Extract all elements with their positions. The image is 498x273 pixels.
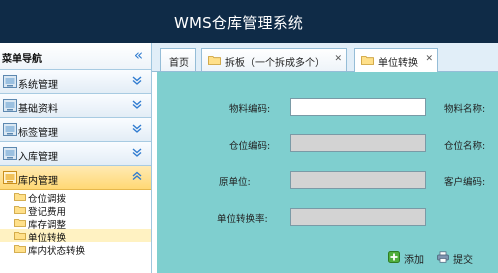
tab-unit-conversion[interactable]: 单位转换 ✕ (354, 48, 438, 72)
sidebar: 菜单导航 « 系统管理 基础资料 标签管理 入库管理 库内管理 仓位调拨 登记费… (0, 43, 152, 273)
folder-icon (14, 245, 26, 253)
sidebar-section-label: 基础资料 (18, 104, 58, 115)
material-code-label: 物料编码: (229, 104, 271, 115)
submit-button[interactable]: 提交 (437, 249, 482, 266)
main-panel: 首页 拆板（一个拆成多个） ✕ 单位转换 ✕ 物料编码: 物料名称: 仓位编码:… (152, 43, 498, 273)
close-tab-icon[interactable]: ✕ (334, 54, 342, 64)
sidebar-header: 菜单导航 « (0, 43, 151, 70)
tab-bar: 首页 拆板（一个拆成多个） ✕ 单位转换 ✕ (152, 43, 498, 72)
add-label: 添加 (404, 255, 424, 266)
app-header: WMS仓库管理系统 (0, 0, 498, 43)
expand-chevron-icon[interactable] (131, 98, 143, 110)
sidebar-section-inbound[interactable]: 入库管理 (0, 142, 151, 166)
sidebar-subitems: 仓位调拨 登记费用 库存调整 单位转换 库内状态转换 (0, 190, 151, 257)
material-code-input[interactable] (290, 98, 426, 116)
expand-chevron-icon[interactable] (131, 74, 143, 86)
folder-icon (208, 56, 221, 65)
material-name-label: 物料名称: (444, 104, 486, 115)
tab-home[interactable]: 首页 (160, 48, 196, 71)
folder-icon (14, 219, 26, 227)
module-icon (3, 99, 17, 112)
collapse-sidebar-icon[interactable]: « (134, 46, 143, 64)
collapse-chevron-icon[interactable] (131, 170, 143, 182)
sidebar-item-register-fees[interactable]: 登记费用 (0, 203, 151, 218)
sidebar-item-unit-conversion[interactable]: 单位转换 (0, 229, 151, 244)
sidebar-item-status-conversion[interactable]: 库内状态转换 (0, 242, 151, 257)
expand-chevron-icon[interactable] (131, 146, 143, 158)
sidebar-item-bin-transfer[interactable]: 仓位调拨 (0, 190, 151, 205)
bin-name-label: 仓位名称: (444, 141, 486, 152)
original-unit-input[interactable] (290, 171, 426, 189)
add-button[interactable]: 添加 (388, 249, 430, 266)
sidebar-title: 菜单导航 (2, 54, 42, 65)
folder-icon (14, 193, 26, 201)
sidebar-item-stock-adjust[interactable]: 库存调整 (0, 216, 151, 231)
close-tab-icon[interactable]: ✕ (425, 54, 433, 64)
folder-icon (361, 56, 374, 65)
sidebar-section-system[interactable]: 系统管理 (0, 70, 151, 94)
module-icon (3, 171, 17, 184)
sidebar-section-label: 入库管理 (18, 152, 58, 163)
conversion-rate-input[interactable] (290, 208, 426, 226)
submit-label: 提交 (453, 255, 473, 266)
customer-code-label: 客户编码: (444, 177, 486, 188)
expand-chevron-icon[interactable] (131, 122, 143, 134)
sidebar-section-labels[interactable]: 标签管理 (0, 118, 151, 142)
sidebar-section-warehouse-internal[interactable]: 库内管理 (0, 166, 151, 190)
tab-label: 拆板（一个拆成多个） (225, 58, 325, 69)
app-title: WMS仓库管理系统 (174, 14, 304, 32)
original-unit-label: 原单位: (219, 177, 251, 188)
bin-code-label: 仓位编码: (229, 141, 271, 152)
conversion-rate-label: 单位转换率: (217, 214, 268, 225)
module-icon (3, 75, 17, 88)
module-icon (3, 147, 17, 160)
folder-icon (14, 206, 26, 214)
sidebar-item-label: 库内状态转换 (28, 246, 86, 257)
tab-label: 首页 (169, 58, 189, 69)
folder-icon (14, 232, 26, 240)
sidebar-section-label: 标签管理 (18, 128, 58, 139)
tab-split-pallet[interactable]: 拆板（一个拆成多个） ✕ (201, 48, 347, 71)
sidebar-section-label: 系统管理 (18, 80, 58, 91)
tab-label: 单位转换 (378, 58, 418, 69)
sidebar-section-label: 库内管理 (18, 176, 58, 187)
add-icon (388, 251, 400, 263)
module-icon (3, 123, 17, 136)
printer-icon (437, 251, 449, 263)
sidebar-section-basic-data[interactable]: 基础资料 (0, 94, 151, 118)
bin-code-input[interactable] (290, 134, 426, 152)
form-area: 物料编码: 物料名称: 仓位编码: 仓位名称: 原单位: 客户编码: 单位转换率… (157, 72, 498, 273)
